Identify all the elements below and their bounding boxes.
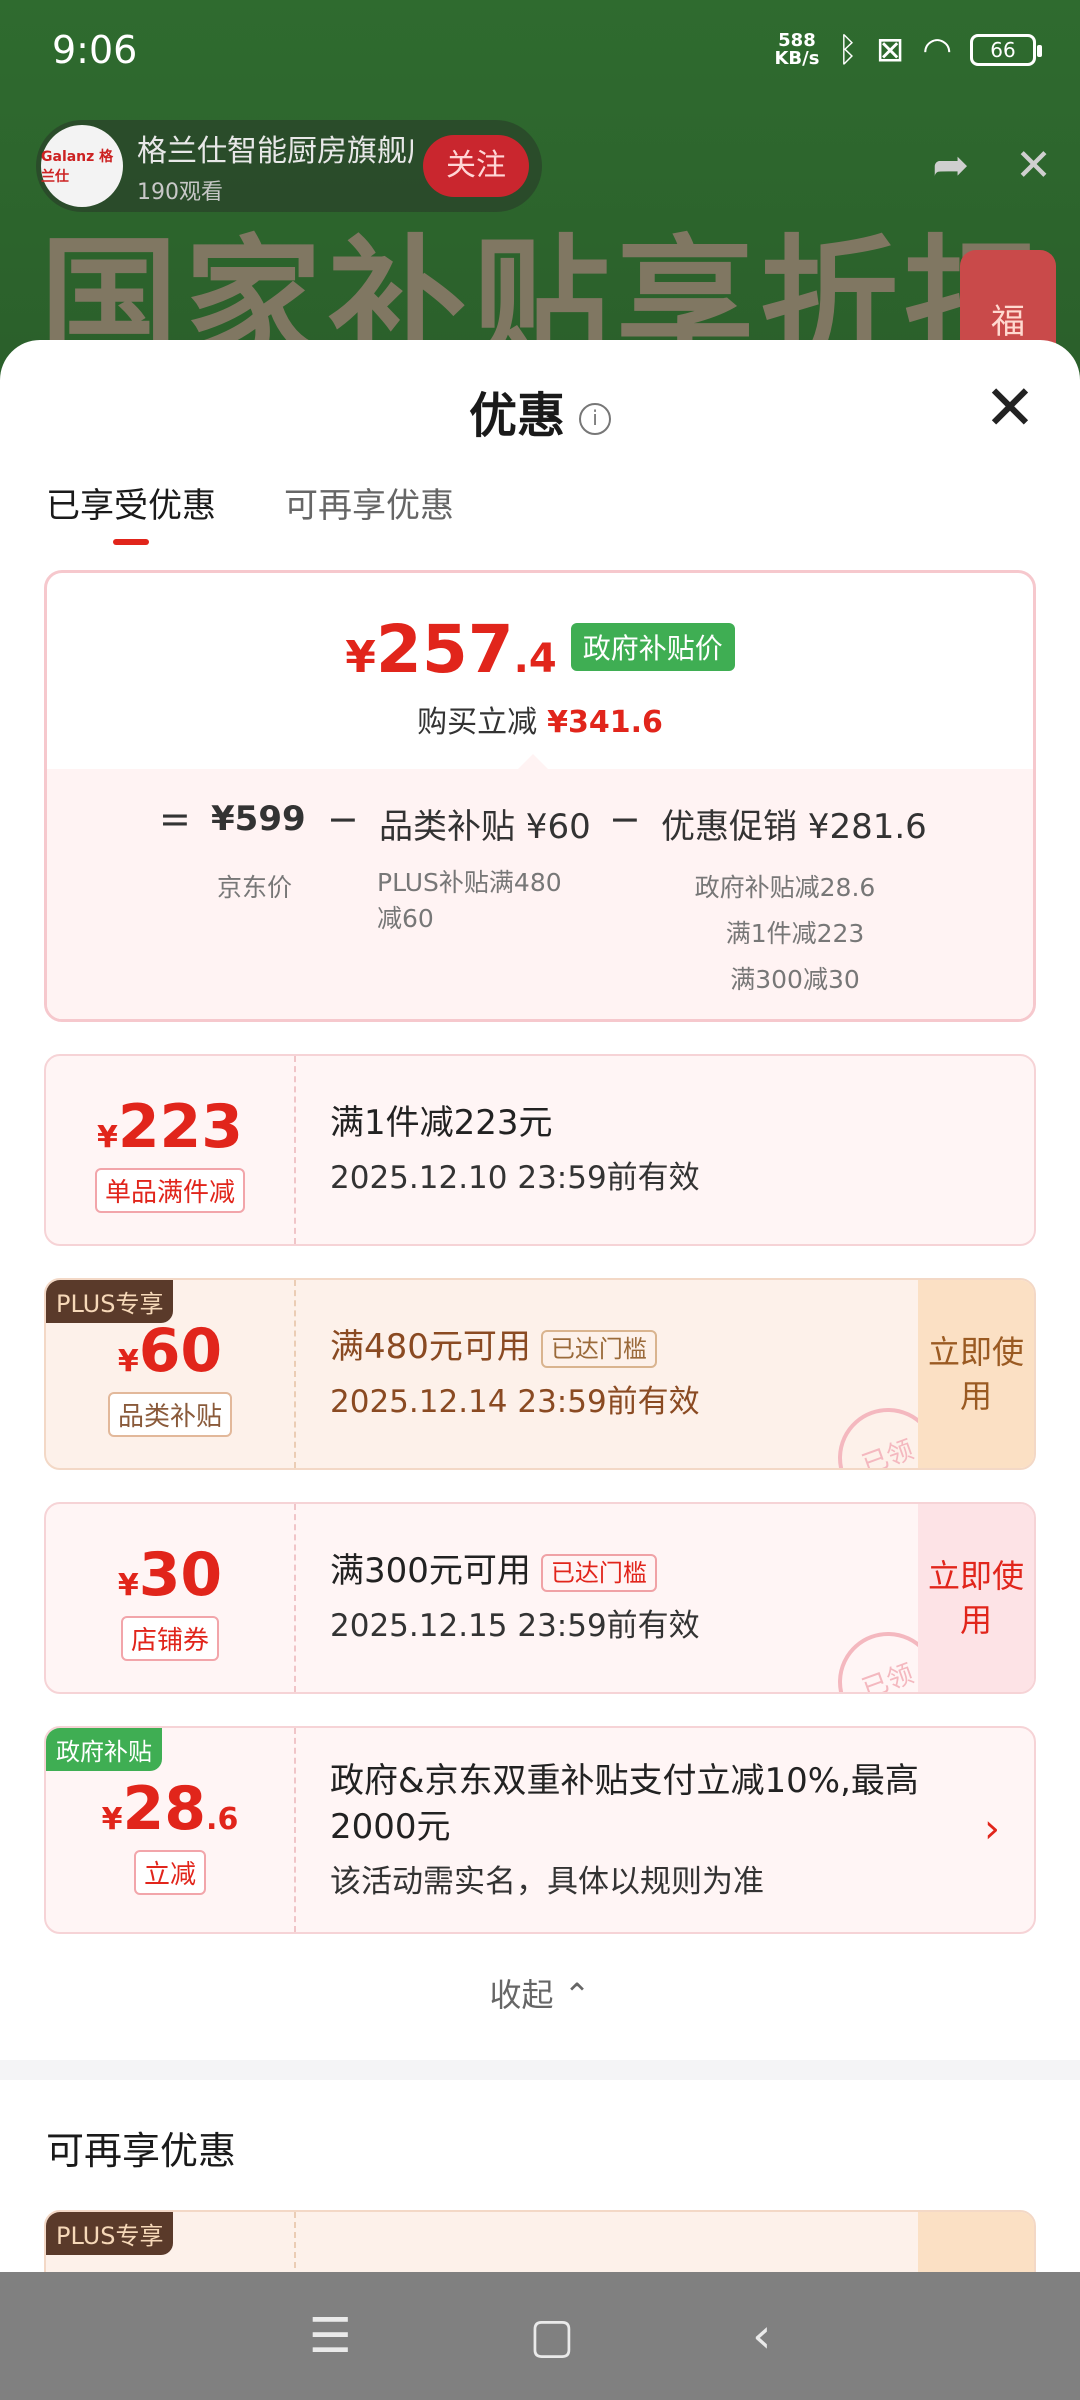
price-summary-card: ¥257.4 政府补贴价 购买立减 ¥341.6 = ¥599 京东价 − 品类补… xyxy=(44,570,1036,1022)
coupon-title: 满480元可用 已达门槛 xyxy=(330,1324,904,1370)
status-bar: 9:06 588 KB/s ᛒ ⊠ ◠ 66 xyxy=(0,0,1080,100)
coupon-validity: 2025.12.14 23:59前有效 xyxy=(330,1384,700,1420)
coupon-type-tag: 立减 xyxy=(133,1850,206,1895)
clock: 9:06 xyxy=(52,28,138,72)
info-icon[interactable]: i xyxy=(579,403,611,435)
jd-price-label: 京东价 xyxy=(217,873,293,902)
equals-sign: = xyxy=(159,797,191,841)
coupon-card[interactable]: PLUS专享 ¥60 品类补贴 满480元可用 已达门槛 2025.12.14 2… xyxy=(44,1278,1036,1470)
status-icons: 588 KB/s ᛒ ⊠ ◠ 66 xyxy=(774,30,1042,70)
tab-more[interactable]: 可再享优惠 xyxy=(284,478,454,545)
follow-button[interactable]: 关注 xyxy=(423,135,529,197)
coupon-amount-area: ¥223 单品满件减 xyxy=(46,1056,296,1244)
coupon-type-tag: 店铺券 xyxy=(120,1616,219,1661)
coupon-type-tag: 品类补贴 xyxy=(107,1392,232,1437)
final-price-area: ¥257.4 政府补贴价 购买立减 ¥341.6 xyxy=(47,573,1033,770)
coupon-amount: ¥28.6 xyxy=(101,1774,239,1844)
sheet-title: 优惠 i xyxy=(0,376,1080,446)
live-info: 格兰仕智能厨房旗舰店 190观看 xyxy=(137,126,413,206)
share-icon[interactable]: ➦ xyxy=(932,140,969,191)
live-host-card[interactable]: Galanz 格兰仕 格兰仕智能厨房旗舰店 190观看 关注 xyxy=(36,120,542,212)
category-subsidy: 品类补贴 ¥60 xyxy=(379,807,591,847)
back-icon[interactable]: ‹ xyxy=(752,2308,771,2364)
more-offers-title: 可再享优惠 xyxy=(46,2129,237,2173)
plus-exclusive-tag: PLUS专享 xyxy=(46,1280,174,1323)
gov-subsidy-tag: 政府补贴 xyxy=(46,1728,162,1771)
coupon-card[interactable]: PLUS专享 xyxy=(44,2210,1036,2272)
promo-detail: 政府补贴减28.6 满1件减223 满300减30 xyxy=(694,873,876,994)
threshold-met-badge: 已达门槛 xyxy=(540,1553,657,1592)
sim-off-icon: ⊠ xyxy=(875,30,905,70)
coupon-amount: ¥60 xyxy=(117,1316,223,1386)
close-live-icon[interactable]: ✕ xyxy=(1015,140,1052,191)
use-now-button[interactable]: 立即使用 xyxy=(918,1504,1034,1692)
final-price: ¥257.4 xyxy=(345,611,557,688)
collapse-button[interactable]: 收起 ⌃ xyxy=(0,1970,1080,2016)
chevron-right-icon[interactable]: › xyxy=(984,1806,1000,1852)
net-speed: 588 KB/s xyxy=(774,30,820,69)
coupon-title: 满1件减223元 xyxy=(330,1103,553,1143)
system-nav-bar: ☰ ▢ ‹ xyxy=(0,2272,1080,2400)
category-subsidy-detail: PLUS补贴满480 减60 xyxy=(377,868,562,933)
gov-price-badge: 政府补贴价 xyxy=(570,623,735,671)
discount-sheet: 优惠 i ✕ 已享受优惠 可再享优惠 ¥257.4 政府补贴价 购买立减 ¥341.… xyxy=(0,340,1080,2272)
battery-icon: 66 xyxy=(970,34,1042,66)
wifi-icon: ◠ xyxy=(922,30,952,70)
minus-sign: − xyxy=(327,797,359,841)
coupon-amount: ¥30 xyxy=(117,1540,223,1610)
coupon-card[interactable]: ¥223 单品满件减 满1件减223元 2025.12.10 23:59前有效 xyxy=(44,1054,1036,1246)
menu-icon[interactable]: ☰ xyxy=(309,2308,352,2364)
coupon-card[interactable]: ¥30 店铺券 满300元可用 已达门槛 2025.12.15 23:59前有效 … xyxy=(44,1502,1036,1694)
coupon-card[interactable]: 政府补贴 ¥28.6 立减 政府&京东双重补贴支付立减10%,最高2000元 该… xyxy=(44,1726,1036,1934)
coupon-validity: 2025.12.10 23:59前有效 xyxy=(330,1160,700,1196)
use-now-button[interactable]: 立即使用 xyxy=(918,1280,1034,1468)
minus-sign-2: − xyxy=(609,797,641,841)
coupon-validity: 2025.12.15 23:59前有效 xyxy=(330,1608,700,1644)
tab-bar: 已享受优惠 可再享优惠 xyxy=(46,478,454,545)
price-breakdown: = ¥599 京东价 − 品类补贴 ¥60 PLUS补贴满480 减60 − 优… xyxy=(47,769,1033,1019)
coupon-title: 满300元可用 已达门槛 xyxy=(330,1548,904,1594)
coupon-amount-area: ¥30 店铺券 xyxy=(46,1504,296,1692)
close-icon[interactable]: ✕ xyxy=(984,377,1036,439)
coupon-amount: ¥223 xyxy=(96,1092,244,1162)
bluetooth-icon: ᛒ xyxy=(837,30,858,70)
avatar[interactable]: Galanz 格兰仕 xyxy=(41,125,123,207)
section-divider xyxy=(0,2060,1080,2080)
promo-total: 优惠促销 ¥281.6 xyxy=(661,807,927,847)
coupon-rule-note: 该活动需实名，具体以规则为准 xyxy=(330,1864,764,1900)
jd-price: ¥599 xyxy=(211,799,306,839)
top-actions: ➦ ✕ xyxy=(932,140,1052,191)
home-icon[interactable]: ▢ xyxy=(529,2308,574,2364)
tab-enjoyed[interactable]: 已享受优惠 xyxy=(46,478,216,545)
threshold-met-badge: 已达门槛 xyxy=(540,1329,657,1368)
shop-name: 格兰仕智能厨房旗舰店 xyxy=(137,134,413,169)
saved-amount: 购买立减 ¥341.6 xyxy=(417,705,663,740)
view-count: 190观看 xyxy=(137,180,223,205)
coupon-type-tag: 单品满件减 xyxy=(94,1168,245,1213)
coupon-title: 政府&京东双重补贴支付立减10%,最高2000元 xyxy=(330,1761,919,1847)
plus-exclusive-tag: PLUS专享 xyxy=(46,2212,174,2255)
